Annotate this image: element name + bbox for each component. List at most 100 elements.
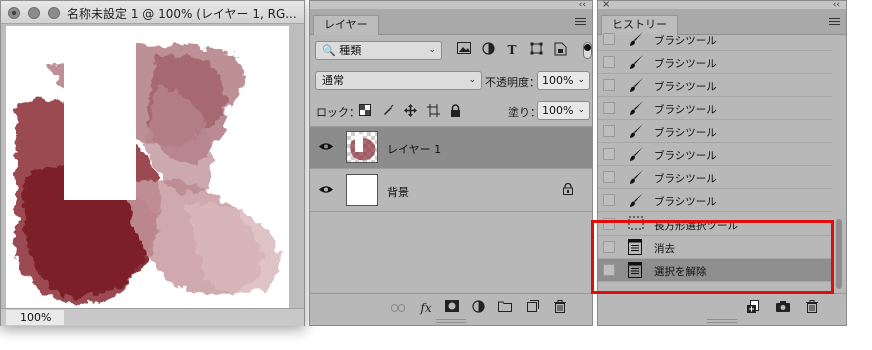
resize-grip[interactable]	[707, 319, 737, 323]
scrollbar-thumb[interactable]	[836, 219, 842, 289]
lock-icon[interactable]	[562, 182, 574, 197]
history-state-label: ブラシツール	[654, 173, 717, 185]
chevron-down-icon: ⌄	[577, 75, 585, 85]
document-canvas[interactable]	[6, 26, 289, 308]
layer-thumbnail	[346, 131, 378, 163]
folder-icon[interactable]	[497, 300, 513, 316]
brush-icon	[628, 77, 644, 93]
pixel-filter-icon[interactable]	[456, 42, 472, 58]
filter-kind-label: 種類	[339, 44, 362, 57]
blend-row: 通常 ⌄ 不透明度： 100% ⌄	[310, 71, 592, 93]
panel-menu-icon[interactable]	[829, 18, 840, 27]
brush-icon	[628, 54, 644, 70]
layer-filter-select[interactable]: 🔍 種類 ⌄	[315, 41, 442, 60]
history-state-row[interactable]: ブラシツール	[598, 166, 832, 189]
history-source-checkbox[interactable]	[603, 79, 615, 91]
layers-panel-footer: fx	[310, 293, 592, 325]
layers-tab-bar: レイヤー	[310, 9, 592, 35]
history-source-checkbox[interactable]	[603, 102, 615, 114]
trash-icon[interactable]	[552, 300, 568, 316]
new-document-from-state-icon[interactable]	[746, 300, 762, 316]
layer-list: レイヤー 1 背景	[310, 126, 592, 294]
brush-icon	[628, 169, 644, 185]
history-state-label: ブラシツール	[654, 58, 717, 70]
history-state-row[interactable]: ブラシツール	[598, 120, 832, 143]
history-state-row[interactable]: ブラシツール	[598, 74, 832, 97]
adjustment-filter-icon[interactable]	[480, 42, 496, 58]
opacity-field[interactable]: 100% ⌄	[537, 71, 590, 90]
filter-toggle-switch[interactable]	[583, 42, 592, 59]
panel-top-strip: × ‹‹	[598, 0, 846, 10]
smart-object-filter-icon[interactable]	[552, 42, 568, 58]
history-state-row[interactable]: ブラシツール	[598, 97, 832, 120]
lock-all-icon[interactable]	[448, 104, 462, 118]
visibility-eye-icon[interactable]	[319, 184, 333, 198]
fill-value: 100%	[542, 104, 574, 117]
trash-icon[interactable]	[804, 300, 820, 316]
blend-mode-value: 通常	[322, 74, 344, 87]
history-state-row[interactable]: ブラシツール	[598, 51, 832, 74]
mask-icon[interactable]	[444, 300, 460, 316]
minimize-window-button[interactable]	[28, 7, 40, 19]
layer-name: 背景	[387, 186, 409, 199]
fill-field[interactable]: 100% ⌄	[537, 101, 590, 120]
layer-name: レイヤー 1	[387, 143, 442, 156]
lock-label: ロック：	[316, 106, 360, 119]
lock-artboard-icon[interactable]	[426, 104, 440, 118]
layer-row-background[interactable]: 背景	[310, 170, 592, 212]
history-source-checkbox[interactable]	[603, 33, 615, 45]
layer-row-1[interactable]: レイヤー 1	[310, 127, 592, 169]
document-window: 名称未設定 1 @ 100% (レイヤー 1, RG... 100%	[0, 0, 305, 326]
history-state-label: ブラシツール	[654, 81, 717, 93]
brush-icon	[628, 146, 644, 162]
blend-mode-select[interactable]: 通常 ⌄	[315, 71, 482, 90]
close-window-button[interactable]	[8, 7, 20, 19]
tab-layers[interactable]: レイヤー	[313, 15, 379, 35]
lock-row: ロック： 塗り： 100% ⌄	[310, 101, 592, 123]
history-state-label: ブラシツール	[654, 104, 717, 116]
zoom-level-field[interactable]: 100%	[6, 310, 64, 325]
history-state-row[interactable]: ブラシツール	[598, 28, 832, 51]
chevron-down-icon: ⌄	[428, 45, 436, 55]
history-source-checkbox[interactable]	[603, 125, 615, 137]
shape-filter-icon[interactable]	[528, 42, 544, 58]
history-scrollbar[interactable]	[834, 35, 844, 293]
search-icon: 🔍	[322, 44, 336, 57]
history-state-label: ブラシツール	[654, 127, 717, 139]
chevron-down-icon: ⌄	[468, 75, 476, 85]
history-state-label: ブラシツール	[654, 35, 717, 47]
adjustment-icon[interactable]	[470, 300, 486, 316]
lock-image-pixels-icon[interactable]	[381, 104, 395, 118]
history-state-row[interactable]: ブラシツール	[598, 143, 832, 166]
history-state-row[interactable]: ブラシツール	[598, 189, 832, 212]
new-layer-icon[interactable]	[525, 300, 541, 316]
panel-menu-icon[interactable]	[575, 18, 586, 27]
lock-position-icon[interactable]	[403, 104, 417, 118]
layers-panel: ‹‹ レイヤー 🔍 種類 ⌄ T 通常 ⌄ 不透明度： 100% ⌄ ロック： …	[309, 0, 593, 326]
fx-icon[interactable]: fx	[418, 300, 434, 316]
document-titlebar: 名称未設定 1 @ 100% (レイヤー 1, RG...	[1, 1, 304, 24]
document-title: 名称未設定 1 @ 100% (レイヤー 1, RG...	[67, 7, 297, 21]
history-source-checkbox[interactable]	[603, 56, 615, 68]
opacity-label: 不透明度：	[485, 76, 540, 89]
history-source-checkbox[interactable]	[603, 194, 615, 206]
type-filter-icon[interactable]: T	[504, 42, 520, 58]
brush-icon	[628, 100, 644, 116]
resize-grip[interactable]	[436, 319, 466, 323]
snapshot-camera-icon[interactable]	[775, 300, 791, 316]
history-source-checkbox[interactable]	[603, 171, 615, 183]
brush-icon	[628, 31, 644, 47]
link-icon[interactable]	[390, 300, 406, 316]
layer-filter-row: 🔍 種類 ⌄ T	[310, 41, 592, 63]
visibility-eye-icon[interactable]	[319, 141, 333, 155]
document-status-bar: 100%	[1, 308, 304, 326]
history-state-label: ブラシツール	[654, 150, 717, 162]
highlight-annotation-box	[591, 220, 834, 294]
history-source-checkbox[interactable]	[603, 148, 615, 160]
lock-transparent-pixels-icon[interactable]	[358, 104, 372, 118]
painted-artwork	[16, 28, 282, 304]
history-state-label: ブラシツール	[654, 196, 717, 208]
zoom-window-button[interactable]	[48, 7, 60, 19]
brush-icon	[628, 123, 644, 139]
brush-icon	[628, 192, 644, 208]
